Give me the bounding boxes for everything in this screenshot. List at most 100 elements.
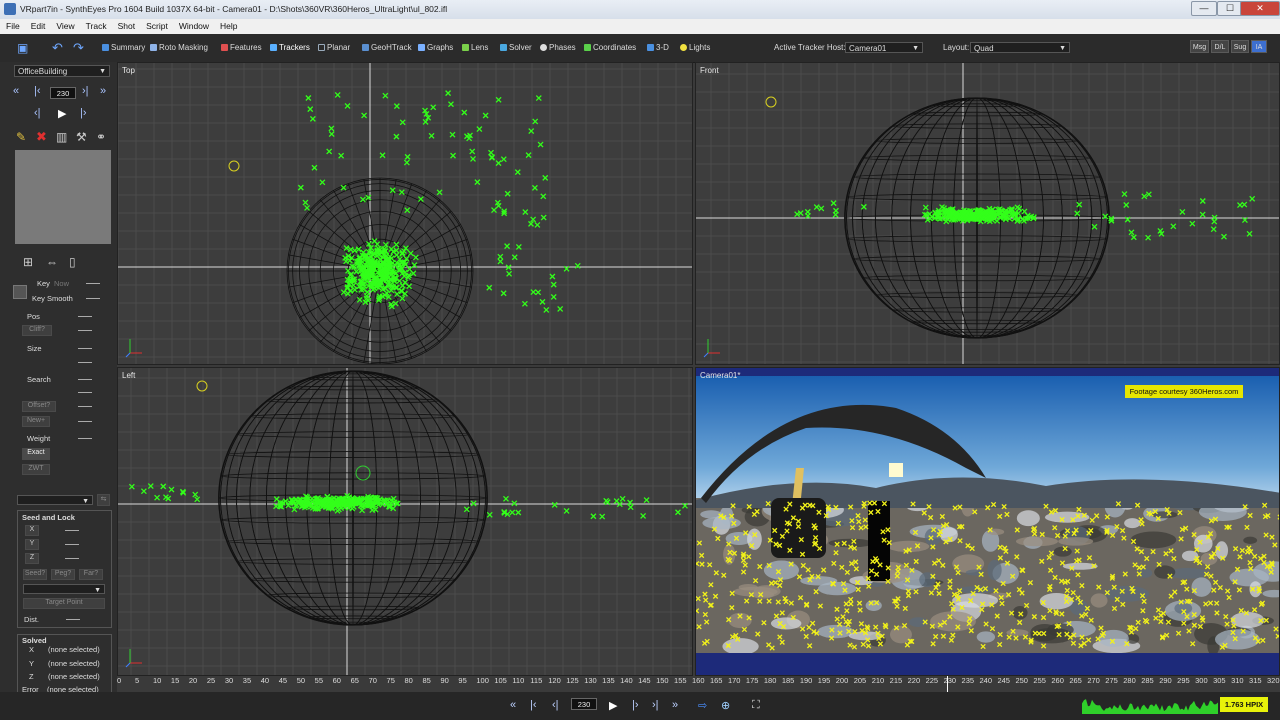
tab-geohtrack[interactable]: GeoHTrack xyxy=(362,43,412,52)
tab-trackers[interactable]: Trackers xyxy=(270,43,310,52)
new-button[interactable]: New+ xyxy=(22,416,50,427)
cliff-button[interactable]: Cliff? xyxy=(22,325,52,336)
left-viewport[interactable]: Left xyxy=(117,367,693,676)
tracker-color-swatch[interactable] xyxy=(13,285,27,299)
transport-frame-input[interactable]: 230 xyxy=(571,698,597,710)
tracker-dropdown[interactable]: ▼ xyxy=(17,495,93,505)
top-view-canvas[interactable] xyxy=(118,63,693,365)
tab-solver[interactable]: Solver xyxy=(500,43,532,52)
link-tracker-button[interactable]: ⇆ xyxy=(97,494,110,506)
tab-features[interactable]: Features xyxy=(221,43,262,52)
seed-x-button[interactable]: X xyxy=(25,525,39,536)
move-icon[interactable]: ⇔ xyxy=(46,255,58,269)
timeline-tick-label: 145 xyxy=(638,676,651,685)
chevron-down-icon: ▼ xyxy=(94,587,101,594)
ia-button[interactable]: IA xyxy=(1251,40,1267,53)
next-key-icon[interactable]: ›| xyxy=(652,699,659,711)
menu-help[interactable]: Help xyxy=(214,19,242,31)
tracker-panel: OfficeBuilding ▼ « |‹ 230 ›| » ‹| ▶ |› ✎ … xyxy=(0,62,117,700)
camera-marker xyxy=(765,96,777,108)
menu-window[interactable]: Window xyxy=(173,19,214,31)
direction-icon[interactable]: ⇨ xyxy=(698,699,707,712)
timeline-tick-label: 235 xyxy=(961,676,975,685)
tab-summary[interactable]: Summary xyxy=(102,43,145,52)
sug-button[interactable]: Sug xyxy=(1231,40,1249,53)
first-frame-icon[interactable]: « xyxy=(13,85,19,97)
object-select[interactable]: OfficeBuilding ▼ xyxy=(14,65,110,77)
chevron-down-icon: ▼ xyxy=(99,68,106,75)
menu-view[interactable]: View xyxy=(50,19,79,31)
fast-forward-icon[interactable]: » xyxy=(672,699,678,711)
wand-icon[interactable]: ✎ xyxy=(16,130,26,144)
delete-icon[interactable]: ✖ xyxy=(36,129,47,145)
front-view-canvas[interactable] xyxy=(696,63,1280,365)
tab-3d[interactable]: 3-D xyxy=(647,43,669,52)
lock-icon[interactable]: ▥ xyxy=(56,130,67,144)
left-view-canvas[interactable] xyxy=(118,368,693,676)
next-key-icon[interactable]: ›| xyxy=(82,85,89,97)
tab-lens[interactable]: Lens xyxy=(462,43,488,52)
last-frame-icon[interactable]: » xyxy=(100,85,106,97)
save-icon[interactable]: ▣ xyxy=(17,41,28,55)
seed-z-button[interactable]: Z xyxy=(25,553,39,564)
far-button[interactable]: Far? xyxy=(79,569,103,580)
now-button[interactable]: Now xyxy=(54,279,69,288)
camera-view-canvas[interactable] xyxy=(696,368,1280,676)
timeline-tick-label: 215 xyxy=(889,676,903,685)
menu-shot[interactable]: Shot xyxy=(112,19,141,31)
frame-input[interactable]: 230 xyxy=(50,87,76,99)
rewind-icon[interactable]: « xyxy=(510,699,516,711)
tracker-host-select[interactable]: Camera01 ▼ xyxy=(845,42,923,53)
tab-planar[interactable]: Planar xyxy=(318,43,350,52)
redo-icon[interactable]: ↷ xyxy=(73,40,84,56)
msg-button[interactable]: Msg xyxy=(1190,40,1209,53)
tab-graphs[interactable]: Graphs xyxy=(418,43,453,52)
front-viewport[interactable]: Front xyxy=(695,62,1280,365)
timeline-tick-label: 85 xyxy=(422,676,431,685)
tool-icon[interactable]: ⚒ xyxy=(76,130,87,144)
step-forward-icon[interactable]: |› xyxy=(80,107,87,119)
camera-viewport[interactable]: Camera01* xyxy=(695,367,1280,676)
trash-icon[interactable]: ▯ xyxy=(69,255,76,269)
tab-lights[interactable]: Lights xyxy=(680,43,710,52)
play-icon[interactable]: ▶ xyxy=(609,699,617,712)
features-icon xyxy=(221,44,228,51)
grid-icon[interactable]: ⊞ xyxy=(23,255,33,269)
tab-roto-masking[interactable]: Roto Masking xyxy=(150,43,208,52)
timeline-tick-label: 100 xyxy=(476,676,489,685)
layout-select[interactable]: Quad ▼ xyxy=(970,42,1070,53)
undo-icon[interactable]: ↶ xyxy=(52,40,63,56)
tab-coordinates[interactable]: Coordinates xyxy=(584,43,636,52)
exact-button[interactable]: Exact xyxy=(22,448,50,460)
top-viewport[interactable]: Top xyxy=(117,62,693,365)
minimize-button[interactable]: — xyxy=(1191,1,1217,16)
link-icon[interactable]: ⚭ xyxy=(96,130,106,144)
prev-key-icon[interactable]: |‹ xyxy=(530,699,537,711)
fit-icon[interactable]: ⛶ xyxy=(752,699,760,712)
zoom-icon[interactable]: ⊕ xyxy=(721,699,730,712)
play-icon[interactable]: ▶ xyxy=(58,107,66,120)
tab-phases[interactable]: Phases xyxy=(540,43,576,52)
menu-track[interactable]: Track xyxy=(80,19,112,31)
close-button[interactable]: ✕ xyxy=(1240,1,1280,16)
menu-edit[interactable]: Edit xyxy=(25,19,51,31)
timeline-tick-label: 25 xyxy=(206,676,216,685)
seed-y-button[interactable]: Y xyxy=(25,539,39,550)
timeline-ruler[interactable]: 0 5 10 15 20 25 30 35 40 45 50 55 60 65 70 75 80 85 90 95 10… xyxy=(117,676,1280,700)
menu-file[interactable]: File xyxy=(0,19,25,31)
seed-dropdown[interactable]: ▼ xyxy=(23,584,105,594)
menu-script[interactable]: Script xyxy=(140,19,173,31)
offset-button[interactable]: Offset? xyxy=(22,401,56,412)
dl-button[interactable]: D/L xyxy=(1211,40,1229,53)
prev-key-icon[interactable]: |‹ xyxy=(34,85,41,97)
chevron-down-icon: ▼ xyxy=(82,498,89,505)
step-back-icon[interactable]: ‹| xyxy=(34,107,41,119)
front-viewport-label: Front xyxy=(700,66,719,75)
timeline-tick-label: 95 xyxy=(458,676,467,685)
seed-button[interactable]: Seed? xyxy=(23,569,47,580)
peg-button[interactable]: Peg? xyxy=(51,569,75,580)
zwt-button[interactable]: ZWT xyxy=(22,464,50,475)
step-forward-icon[interactable]: |› xyxy=(632,699,639,711)
step-back-icon[interactable]: ‹| xyxy=(552,699,559,711)
target-point-button[interactable]: Target Point xyxy=(23,598,105,609)
